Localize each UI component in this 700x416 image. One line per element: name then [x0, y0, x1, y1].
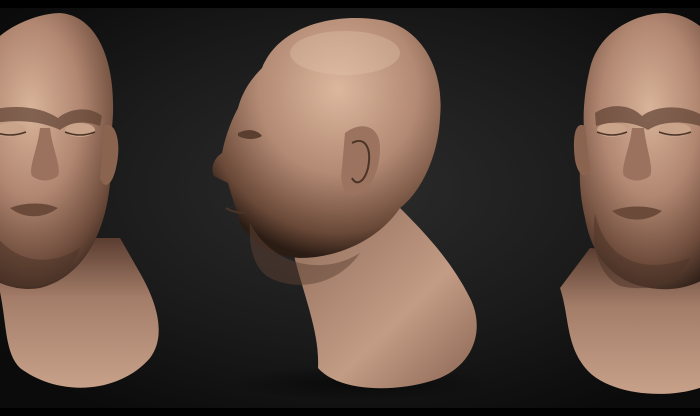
letterbox-top: [0, 0, 700, 8]
letterbox-bottom: [0, 408, 700, 416]
sculpt-render: [0, 8, 700, 408]
render-viewport: [0, 0, 700, 416]
